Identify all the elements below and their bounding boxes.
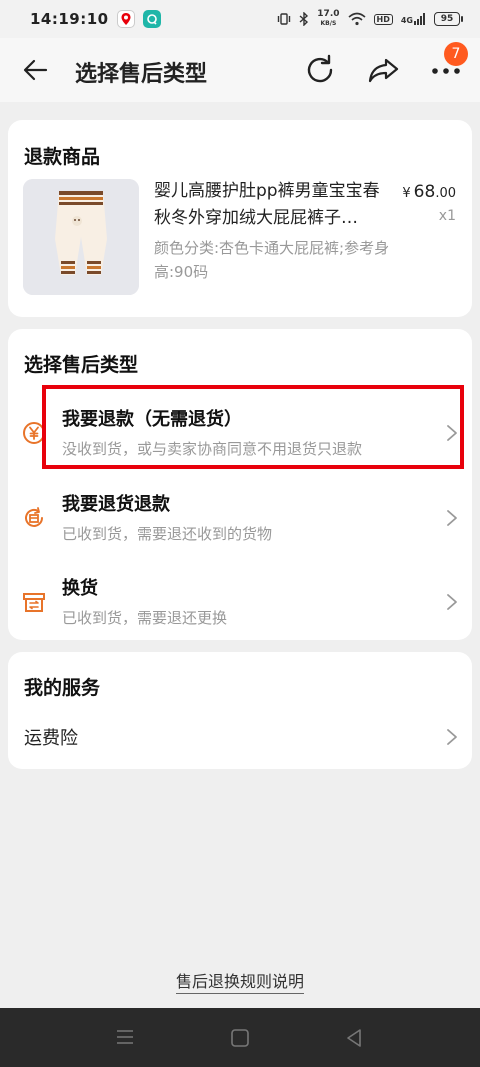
option-return-refund[interactable]: 我要退货退款 已收到货，需要退还收到的货物 — [8, 480, 472, 556]
location-app-icon — [116, 10, 135, 28]
notification-badge: 7 — [444, 42, 468, 66]
chevron-right-icon — [447, 594, 457, 610]
option-title: 我要退货退款 — [62, 494, 170, 515]
signal-indicator: 4G — [401, 13, 426, 25]
chevron-right-icon — [447, 729, 457, 745]
return-box-icon — [25, 507, 43, 527]
option-title: 我要退款（无需退货） — [62, 409, 242, 430]
signal-bars-icon — [414, 13, 425, 25]
status-indicators: 17.0 KB/S HD 4G 95 — [277, 10, 463, 28]
chevron-right-icon — [447, 510, 457, 526]
section-title-refund-product: 退款商品 — [24, 146, 101, 168]
battery-icon: 95 — [434, 12, 463, 26]
service-item-freight-insurance[interactable]: 运费险 — [8, 712, 472, 762]
aftersale-type-card: 选择售后类型 我要退款（无需退货） 没收到货，或与卖家协商同意不用退货只退款 我… — [8, 329, 472, 640]
option-desc: 已收到货，需要退还收到的货物 — [62, 525, 273, 543]
section-title-my-services: 我的服务 — [24, 677, 101, 699]
status-time: 14:19:10 — [30, 10, 109, 28]
price-currency: ¥ — [402, 186, 411, 201]
option-title: 换货 — [62, 578, 98, 599]
price-decimal: .00 — [435, 186, 456, 201]
share-button[interactable] — [366, 52, 402, 88]
back-button[interactable] — [20, 54, 52, 86]
refresh-button[interactable] — [302, 52, 338, 88]
service-label: 运费险 — [24, 728, 78, 749]
chevron-right-icon — [447, 425, 457, 441]
hd-indicator: HD — [373, 13, 393, 25]
home-icon[interactable] — [230, 1028, 250, 1048]
option-desc: 已收到货，需要退还更换 — [62, 609, 228, 627]
price-integer: 68 — [413, 182, 436, 202]
recent-apps-icon[interactable] — [116, 1028, 134, 1046]
rules-link-container: 售后退换规则说明 — [0, 968, 480, 994]
back-triangle-icon[interactable] — [345, 1028, 363, 1048]
arrow-left-icon — [23, 59, 48, 81]
refresh-icon — [307, 54, 333, 83]
net-speed-value: 17.0 — [317, 9, 340, 19]
my-services-card: 我的服务 运费险 — [8, 652, 472, 769]
product-price: ¥68.00 — [402, 182, 456, 202]
product-spec: 颜色分类:杏色卡通大屁屁裤;参考身高:90码 — [154, 239, 390, 281]
vibrate-icon — [278, 13, 291, 25]
system-nav-bar — [0, 1008, 480, 1067]
page-title: 选择售后类型 — [75, 62, 208, 87]
option-exchange[interactable]: 换货 已收到货，需要退还更换 — [8, 564, 472, 640]
baby-pants-image — [23, 179, 139, 295]
option-refund-only[interactable]: 我要退款（无需退货） 没收到货，或与卖家协商同意不用退货只退款 — [8, 395, 472, 471]
share-icon — [368, 58, 399, 83]
net-speed-unit: KB/S — [320, 20, 337, 27]
signal-label: 4G — [400, 16, 413, 25]
chat-app-icon — [142, 10, 161, 28]
exchange-box-icon — [23, 593, 45, 612]
top-nav-bar: 选择售后类型 7 — [0, 38, 480, 102]
refund-product-card: 退款商品 婴儿高腰护肚pp裤男童宝宝春秋冬外穿加绒大屁屁裤子… 颜色分类:杏色卡… — [8, 120, 472, 317]
wifi-icon — [347, 12, 366, 26]
aftersale-rules-link[interactable]: 售后退换规则说明 — [175, 972, 304, 994]
bluetooth-icon — [299, 12, 309, 26]
yen-circle-icon — [23, 422, 45, 444]
section-title-aftersale-type: 选择售后类型 — [24, 354, 139, 376]
product-quantity: x1 — [438, 208, 456, 224]
product-thumbnail[interactable] — [23, 179, 139, 295]
net-speed: 17.0 KB/S — [317, 10, 339, 28]
status-bar: 14:19:10 17.0 KB/S HD 4G 95 — [0, 0, 480, 38]
option-desc: 没收到货，或与卖家协商同意不用退货只退款 — [62, 440, 363, 458]
product-name[interactable]: 婴儿高腰护肚pp裤男童宝宝春秋冬外穿加绒大屁屁裤子… — [154, 178, 394, 232]
